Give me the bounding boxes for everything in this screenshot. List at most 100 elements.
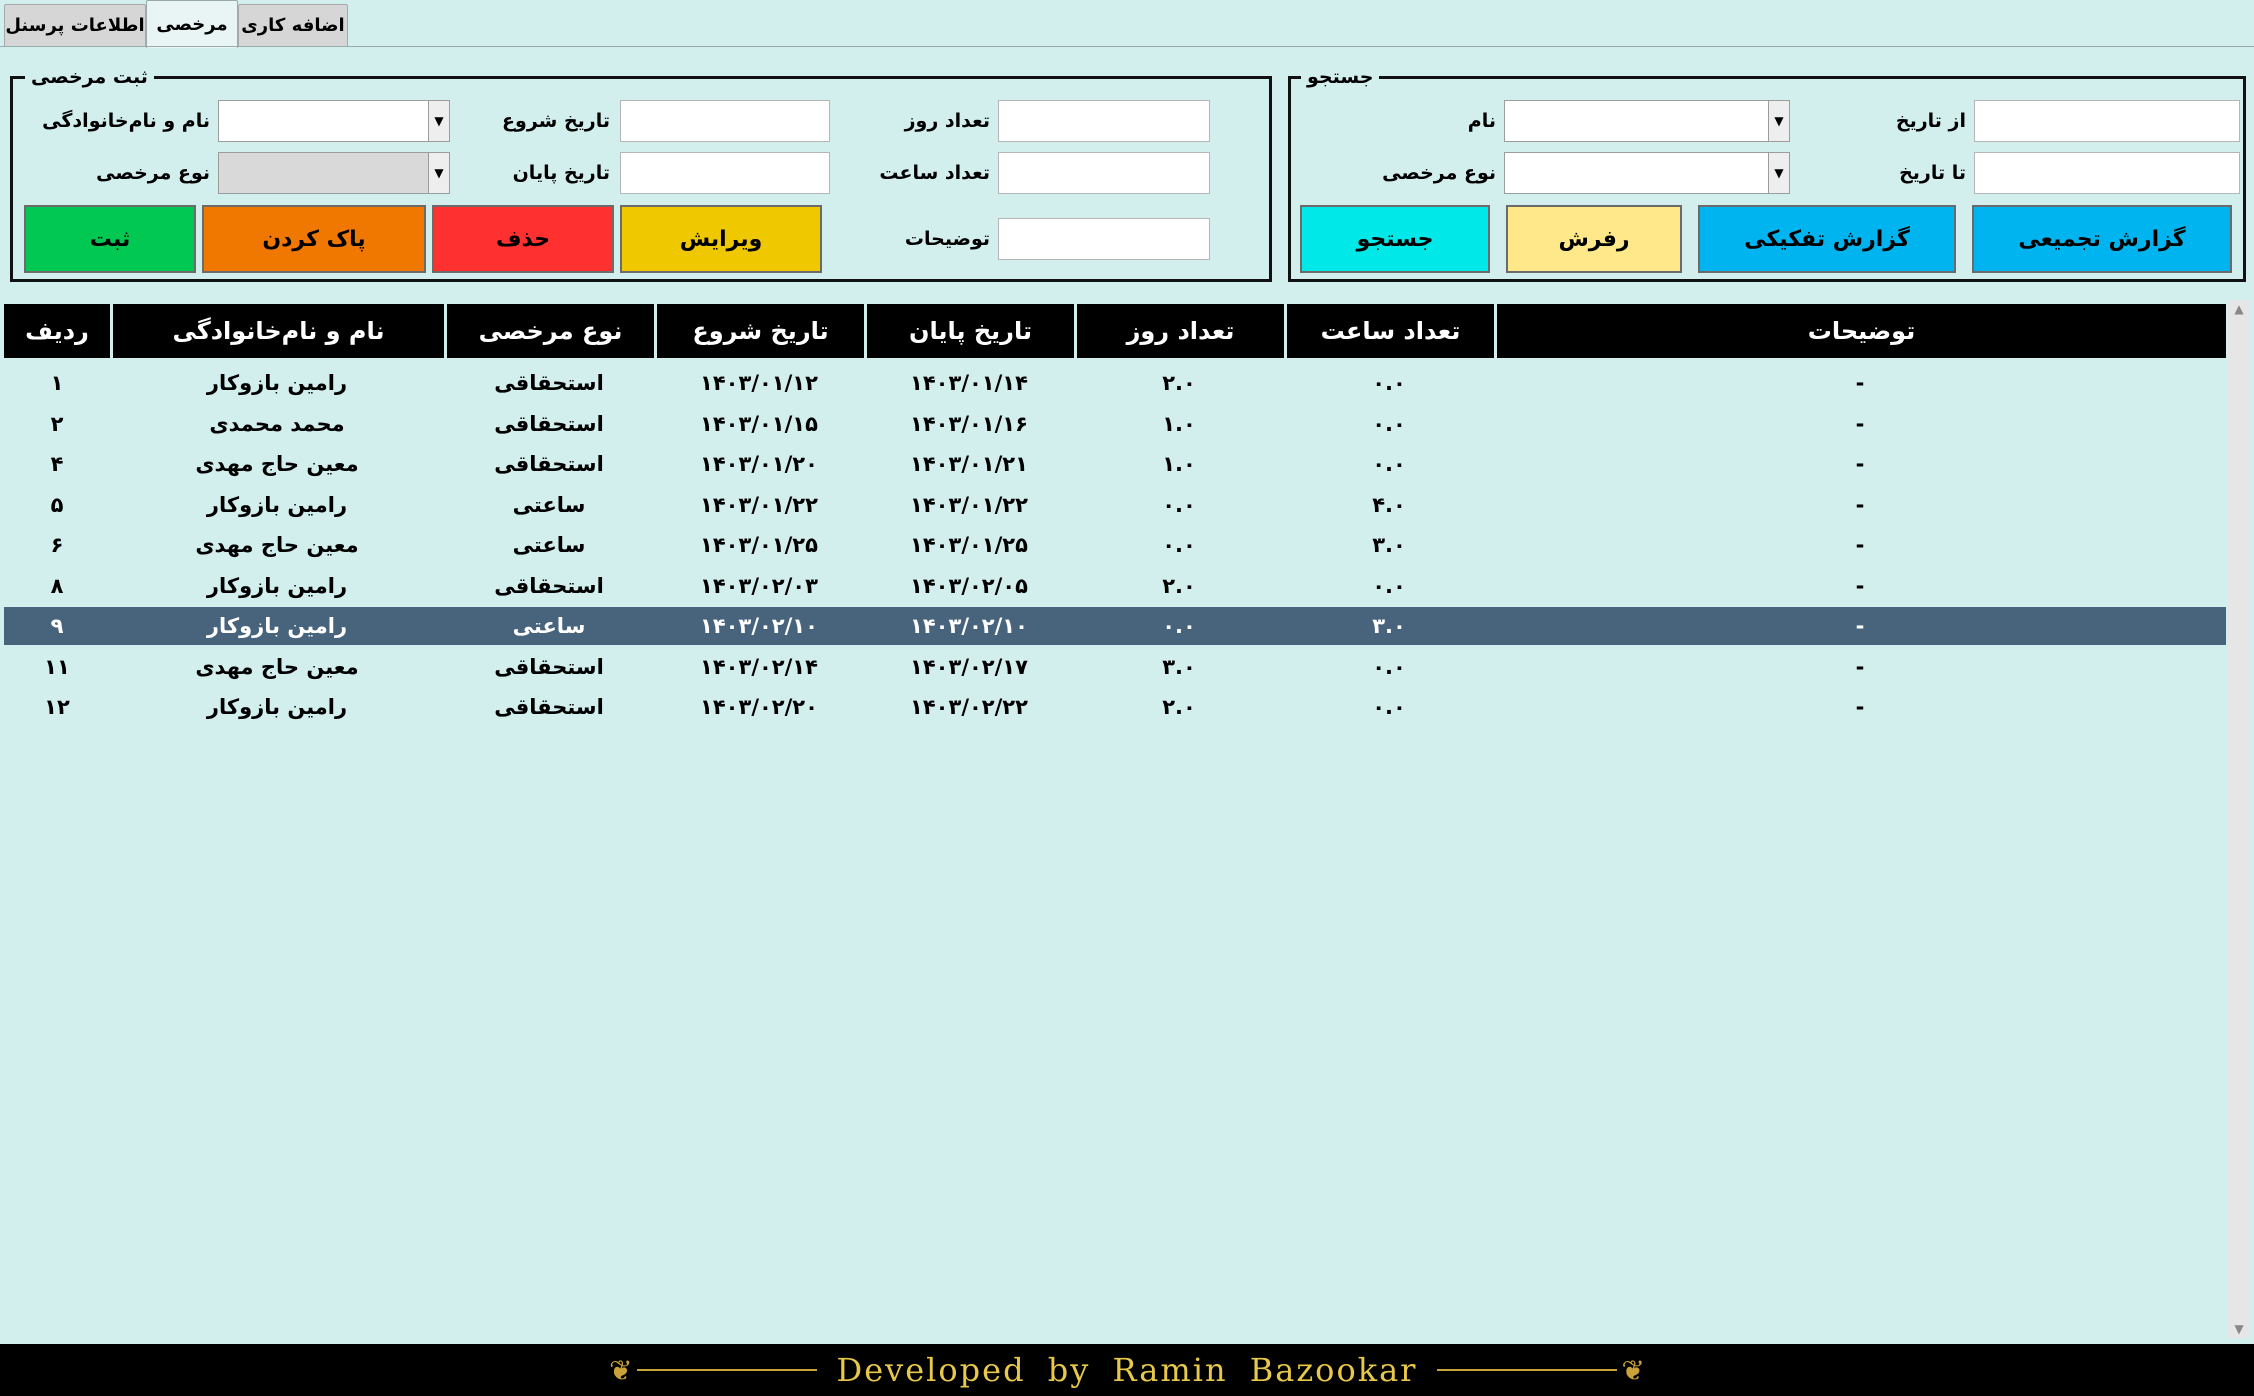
cell-description: - <box>1855 533 1865 557</box>
register-end-label: تاریخ پایان <box>512 162 610 184</box>
footer-line-left <box>636 1369 817 1371</box>
table-row[interactable]: ۱ رامین بازوکار استحقاقی ۱۴۰۳/۰۱/۱۲ ۱۴۰۳/۰۱/… <box>4 364 2226 402</box>
table-row[interactable]: ۱۱ معین حاج مهدی استحقاقی ۱۴۰۳/۰۲/۱۴ ۱۴۰۳/۰۲… <box>4 648 2226 686</box>
column-header-days[interactable]: تعداد روز <box>1074 304 1284 358</box>
ornament-left-icon: ❦ <box>609 1353 633 1387</box>
cell-hours: ۰.۰ <box>1372 452 1406 476</box>
search-from-label: از تاریخ <box>1895 110 1966 132</box>
cell-days: ۳.۰ <box>1162 654 1196 679</box>
cell-start: ۱۴۰۳/۰۲/۲۰ <box>700 695 818 719</box>
register-end-date-field[interactable] <box>620 152 830 194</box>
summary-report-button[interactable]: گزارش تجمیعی <box>1972 205 2232 273</box>
cell-hours: ۳.۰ <box>1372 614 1406 638</box>
register-days-field[interactable] <box>998 100 1210 142</box>
cell-end: ۱۴۰۳/۰۲/۲۲ <box>910 695 1028 719</box>
search-button[interactable]: جستجو <box>1300 205 1490 273</box>
column-header-hours[interactable]: تعداد ساعت <box>1284 304 1494 358</box>
register-name-combo[interactable]: ▼ <box>218 100 450 142</box>
detail-report-button[interactable]: گزارش تفکیکی <box>1698 205 1956 273</box>
cell-hours: ۴.۰ <box>1372 492 1406 517</box>
cell-hours: ۰.۰ <box>1372 573 1406 598</box>
cell-days: ۲.۰ <box>1162 573 1196 598</box>
footer-credit: Developed by Ramin Bazookar <box>836 1351 1418 1389</box>
cell-name: رامین بازوکار <box>206 371 348 395</box>
tab-personnel[interactable]: اطلاعات پرسنل <box>4 4 146 46</box>
cell-start: ۱۴۰۳/۰۱/۱۵ <box>700 411 818 436</box>
cell-name: معین حاج مهدی <box>195 654 359 679</box>
cell-description: - <box>1855 654 1865 679</box>
cell-days: ۰.۰ <box>1162 614 1196 638</box>
register-hours-label: تعداد ساعت <box>879 162 990 184</box>
table-row[interactable]: ۹ رامین بازوکار ساعتی ۱۴۰۳/۰۲/۱۰ ۱۴۰۳/۰۲/۱۰ ۰… <box>4 607 2226 645</box>
register-hours-field[interactable] <box>998 152 1210 194</box>
cell-start: ۱۴۰۳/۰۱/۱۲ <box>700 371 818 395</box>
cell-row-number: ۱۱ <box>44 654 70 679</box>
cell-description: - <box>1855 411 1865 436</box>
search-name-combo[interactable]: ▼ <box>1504 100 1790 142</box>
scroll-down-icon[interactable]: ▼ <box>2228 1322 2250 1336</box>
register-type-combo[interactable]: ▼ <box>218 152 450 194</box>
cell-description: - <box>1855 573 1865 598</box>
table-row[interactable]: ۶ معین حاج مهدی ساعتی ۱۴۰۳/۰۱/۲۵ ۱۴۰۳/۰۱/۲۵ ۰… <box>4 526 2226 564</box>
edit-button[interactable]: ویرایش <box>620 205 822 273</box>
table-row[interactable]: ۴ معین حاج مهدی استحقاقی ۱۴۰۳/۰۱/۲۰ ۱۴۰۳/۰۱/… <box>4 445 2226 483</box>
column-header-name[interactable]: نام و نام‌خانوادگی <box>110 304 444 358</box>
table-row[interactable]: ۲ محمد محمدی استحقاقی ۱۴۰۳/۰۱/۱۵ ۱۴۰۳/۰۱/۱۶ ۱… <box>4 405 2226 443</box>
cell-end: ۱۴۰۳/۰۱/۲۲ <box>910 492 1028 517</box>
cell-name: رامین بازوکار <box>206 492 348 517</box>
cell-row-number: ۸ <box>50 573 64 598</box>
cell-days: ۲.۰ <box>1162 371 1196 395</box>
chevron-down-icon[interactable]: ▼ <box>428 153 449 193</box>
clear-button[interactable]: پاک کردن <box>202 205 426 273</box>
column-header-start[interactable]: تاریخ شروع <box>654 304 864 358</box>
cell-description: - <box>1855 492 1865 517</box>
cell-row-number: ۴ <box>50 452 64 476</box>
cell-end: ۱۴۰۳/۰۲/۱۰ <box>910 614 1028 638</box>
delete-button[interactable]: حذف <box>432 205 614 273</box>
register-desc-label: توضیحات <box>904 228 990 250</box>
cell-end: ۱۴۰۳/۰۲/۱۷ <box>910 654 1028 679</box>
tab-overtime[interactable]: اضافه کاری <box>238 4 348 46</box>
table-row[interactable]: ۵ رامین بازوکار ساعتی ۱۴۰۳/۰۱/۲۲ ۱۴۰۳/۰۱/۲۲ ۰… <box>4 486 2226 524</box>
table-row[interactable]: ۸ رامین بازوکار استحقاقی ۱۴۰۳/۰۲/۰۳ ۱۴۰۳/۰۲/… <box>4 567 2226 605</box>
column-header-end[interactable]: تاریخ پایان <box>864 304 1074 358</box>
search-type-combo[interactable]: ▼ <box>1504 152 1790 194</box>
cell-days: ۰.۰ <box>1162 533 1196 557</box>
chevron-down-icon[interactable]: ▼ <box>1768 153 1789 193</box>
register-desc-field[interactable] <box>998 218 1210 260</box>
table-row[interactable]: ۱۲ رامین بازوکار استحقاقی ۱۴۰۳/۰۲/۲۰ ۱۴۰۳/۰۲… <box>4 688 2226 726</box>
register-days-label: تعداد روز <box>904 110 990 132</box>
register-name-label: نام و نام‌خانوادگی <box>42 110 210 132</box>
cell-name: معین حاج مهدی <box>195 452 359 476</box>
cell-type: استحقاقی <box>494 371 604 395</box>
cell-row-number: ۹ <box>50 614 64 638</box>
scroll-up-icon[interactable]: ▲ <box>2228 302 2250 316</box>
vertical-scrollbar[interactable]: ▲ ▼ <box>2228 300 2250 1338</box>
tab-divider <box>0 46 2254 47</box>
refresh-button[interactable]: رفرش <box>1506 205 1682 273</box>
cell-start: ۱۴۰۳/۰۱/۲۵ <box>700 533 818 557</box>
cell-type: استحقاقی <box>494 695 604 719</box>
tab-leave[interactable]: مرخصی <box>146 0 238 48</box>
cell-hours: ۰.۰ <box>1372 411 1406 436</box>
save-button[interactable]: ثبت <box>24 205 196 273</box>
search-legend: جستجو <box>1301 65 1380 89</box>
cell-days: ۲.۰ <box>1162 695 1196 719</box>
cell-type: استحقاقی <box>494 452 604 476</box>
cell-days: ۱.۰ <box>1162 411 1196 436</box>
cell-type: ساعتی <box>512 614 586 638</box>
search-to-date-field[interactable] <box>1974 152 2240 194</box>
search-from-date-field[interactable] <box>1974 100 2240 142</box>
cell-type: ساعتی <box>512 533 586 557</box>
column-header-type[interactable]: نوع مرخصی <box>444 304 654 358</box>
chevron-down-icon[interactable]: ▼ <box>428 101 449 141</box>
chevron-down-icon[interactable]: ▼ <box>1768 101 1789 141</box>
cell-hours: ۰.۰ <box>1372 654 1406 679</box>
column-header-row-number[interactable]: ردیف <box>4 304 110 358</box>
cell-days: ۱.۰ <box>1162 452 1196 476</box>
cell-name: معین حاج مهدی <box>195 533 359 557</box>
register-start-date-field[interactable] <box>620 100 830 142</box>
cell-row-number: ۲ <box>50 411 64 436</box>
column-header-description[interactable]: توضیحات <box>1494 304 2226 358</box>
register-start-label: تاریخ شروع <box>502 110 610 132</box>
